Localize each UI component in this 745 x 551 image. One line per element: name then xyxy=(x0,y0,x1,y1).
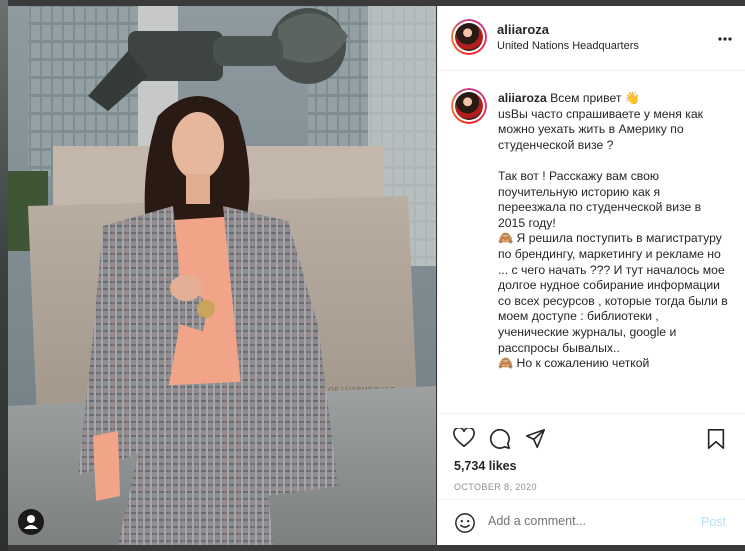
comment-button[interactable] xyxy=(489,428,511,455)
user-tag-button[interactable] xyxy=(18,509,44,535)
background-left-strip xyxy=(0,0,8,551)
post-header: aliiaroza United Nations Headquarters xyxy=(438,6,745,71)
more-horizontal-icon xyxy=(718,37,732,41)
share-button[interactable] xyxy=(525,428,546,454)
user-tag-icon xyxy=(24,515,38,529)
caption-scroll-area[interactable]: aliiaroza Всем привет 👋 usВы часто спраш… xyxy=(438,71,745,413)
share-icon xyxy=(525,428,546,449)
more-options-button[interactable] xyxy=(718,28,732,46)
post-photo-illustration: GIFT OF LUXEMBOURG 1988 xyxy=(8,6,436,545)
post-photo[interactable]: GIFT OF LUXEMBOURG 1988 xyxy=(8,6,436,545)
post-caption: aliiaroza Всем привет 👋 usВы часто спраш… xyxy=(498,91,728,372)
add-comment-bar: Post xyxy=(438,499,745,546)
header-location[interactable]: United Nations Headquarters xyxy=(497,40,639,52)
emoji-icon xyxy=(455,513,475,533)
caption-username[interactable]: aliiaroza xyxy=(498,91,547,105)
post-date[interactable]: OCTOBER 8, 2020 xyxy=(454,482,537,492)
instagram-post-modal: GIFT OF LUXEMBOURG 1988 xyxy=(0,0,745,551)
bookmark-icon xyxy=(707,429,725,449)
emoji-button[interactable] xyxy=(454,512,476,539)
like-button[interactable] xyxy=(453,426,475,453)
caption-text: Всем привет 👋 usВы часто спрашиваете у м… xyxy=(498,91,728,371)
caption-avatar[interactable] xyxy=(451,88,487,124)
likes-count[interactable]: 5,734 likes xyxy=(454,459,517,473)
save-button[interactable] xyxy=(706,428,726,455)
post-details-panel: aliiaroza United Nations Headquarters al… xyxy=(437,6,745,545)
comment-icon xyxy=(489,428,510,449)
heart-icon xyxy=(453,426,475,448)
avatar[interactable] xyxy=(451,19,487,55)
header-username[interactable]: aliiaroza xyxy=(497,22,549,37)
post-comment-button[interactable]: Post xyxy=(701,515,726,529)
comment-input[interactable] xyxy=(488,514,678,528)
